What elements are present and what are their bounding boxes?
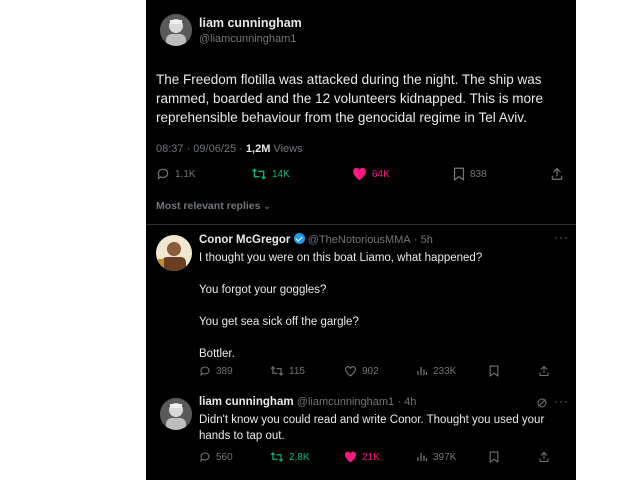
repost-icon [270, 452, 284, 462]
reply-author-name[interactable]: liam cunningham [199, 396, 294, 408]
tweet-text: The Freedom flotilla was attacked during… [156, 70, 566, 127]
reply-count: 1,1K [175, 168, 196, 180]
share-action[interactable] [538, 451, 550, 463]
reply-avatar[interactable] [160, 398, 192, 430]
author-name[interactable]: liam cunningham [199, 16, 302, 30]
reply-action[interactable]: 389 [199, 365, 233, 377]
heart-icon [345, 451, 357, 463]
reply-icon [200, 366, 210, 377]
reply-action[interactable]: 1,1K [156, 167, 196, 181]
reply-text-gap [199, 298, 559, 314]
share-icon [539, 365, 549, 376]
tweet-text-line: rammed, boarded and the 12 volunteers ki… [156, 91, 543, 106]
bookmark-count: 838 [470, 168, 487, 180]
reply-text-line: hands to tap out. [199, 430, 285, 442]
reply-count: 389 [216, 365, 233, 377]
reply-icon [157, 168, 169, 181]
reply-author-handle[interactable]: @liamcunningham1 [297, 396, 394, 408]
reply-text-line: You get sea sick off the gargle? [199, 316, 359, 328]
analytics-icon [417, 453, 428, 461]
repost-count: 2,8K [289, 451, 310, 463]
views-action[interactable]: 233K [416, 365, 456, 377]
reply-text-gap [199, 266, 559, 282]
repost-action[interactable]: 115 [270, 365, 305, 377]
chevron-down-icon: ⌄ [263, 201, 271, 211]
verified-badge-icon [293, 233, 305, 244]
reply-time[interactable]: · 4h [397, 396, 416, 408]
bookmark-icon [489, 451, 499, 463]
share-icon [539, 451, 549, 462]
bookmark-action[interactable]: 838 [453, 167, 487, 181]
repost-count: 14K [272, 168, 290, 180]
reply-count: 560 [216, 451, 233, 463]
tweet-text-line: The Freedom flotilla was attacked during… [156, 72, 542, 87]
share-action[interactable] [550, 167, 564, 181]
tweet-detail-panel: liam cunningham @liamcunningham1 The Fre… [146, 0, 576, 480]
like-action[interactable]: 902 [344, 365, 379, 377]
bookmark-icon [489, 365, 499, 377]
reply-author-name[interactable]: Conor McGregor [199, 234, 290, 246]
like-count: 902 [362, 365, 379, 377]
reply-text: Didn't know you could read and write Con… [199, 412, 569, 444]
author-avatar[interactable] [160, 14, 192, 46]
views-label: Views [270, 143, 303, 155]
more-options-icon[interactable]: ··· [554, 394, 569, 408]
more-options-icon[interactable]: ··· [554, 230, 569, 244]
reply-sort-label: Most relevant replies [156, 200, 261, 212]
repost-icon [270, 366, 284, 376]
bookmark-action[interactable] [489, 365, 499, 377]
like-action[interactable]: 64K [352, 167, 390, 181]
like-count: 21K [362, 451, 380, 463]
reply-text: I thought you were on this boat Liamo, w… [199, 250, 559, 362]
tweet-text-line: reprehensible behaviour from the genocid… [156, 110, 527, 125]
repost-action[interactable]: 2,8K [270, 451, 310, 463]
reply-text-line: Didn't know you could read and write Con… [199, 414, 545, 426]
heart-icon [345, 366, 356, 377]
reply-text-line: Bottler. [199, 348, 235, 360]
views-action[interactable]: 397K [416, 451, 456, 463]
repost-action[interactable]: 14K [251, 167, 290, 181]
repost-icon [251, 168, 267, 180]
reply-avatar[interactable] [156, 235, 192, 271]
reply-header: Conor McGregor @TheNotoriousMMA · 5h [199, 233, 433, 246]
reply-author-handle[interactable]: @TheNotoriousMMA [308, 234, 411, 246]
analytics-icon [417, 367, 428, 375]
share-action[interactable] [538, 365, 550, 377]
reply-text-gap [199, 330, 559, 346]
reply-text-line: You forgot your goggles? [199, 284, 327, 296]
reply-sort-dropdown[interactable]: Most relevant replies ⌄ [156, 200, 271, 212]
reply-time[interactable]: · 5h [414, 234, 433, 246]
bookmark-action[interactable] [489, 451, 499, 463]
reply-action[interactable]: 560 [199, 451, 233, 463]
heart-icon [353, 167, 366, 181]
reply-icon [200, 452, 210, 463]
reply-text-line: I thought you were on this boat Liamo, w… [199, 252, 483, 264]
tweet-meta: 08:37 · 09/06/25 · 1,2M Views [156, 143, 303, 155]
bookmark-icon [453, 167, 465, 181]
view-count: 397K [433, 451, 457, 463]
view-count: 1,2M [245, 143, 271, 155]
tweet-timestamp[interactable]: 08:37 · 09/06/25 · [156, 143, 246, 155]
reply-header: liam cunningham @liamcunningham1 · 4h [199, 396, 416, 408]
divider [146, 224, 576, 225]
like-action[interactable]: 21K [344, 451, 380, 463]
view-count: 233K [433, 365, 457, 377]
like-count: 64K [372, 168, 390, 180]
repost-count: 115 [289, 365, 305, 377]
author-handle[interactable]: @liamcunningham1 [199, 33, 296, 45]
share-icon [551, 167, 563, 180]
